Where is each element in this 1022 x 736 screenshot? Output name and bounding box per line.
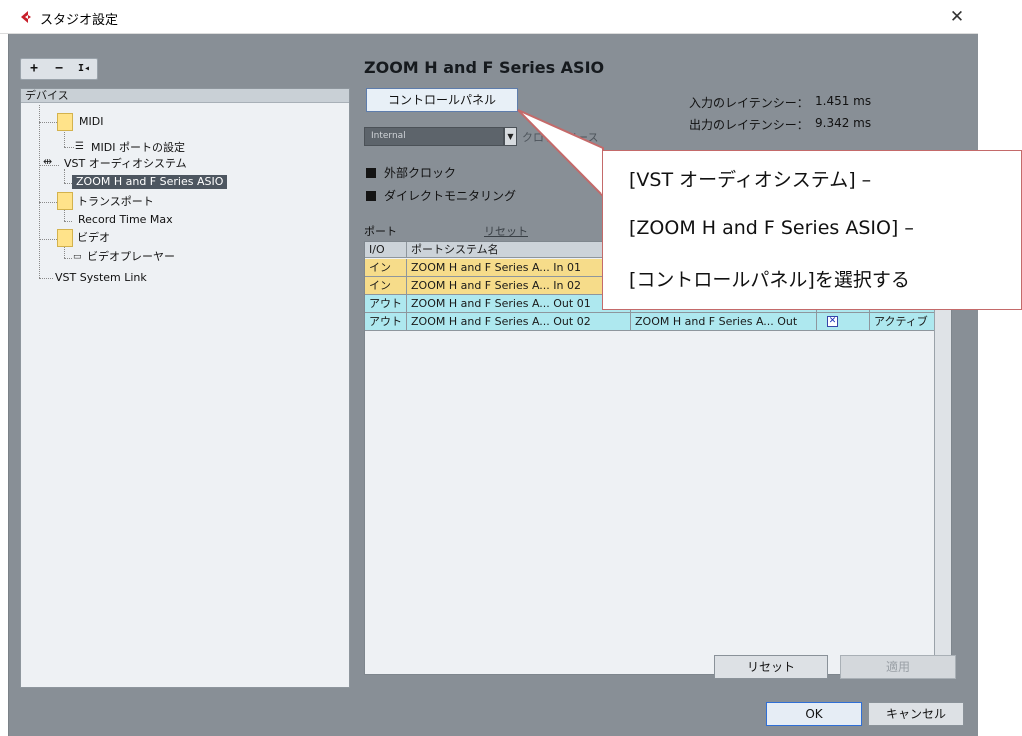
tree-item-record-time-max[interactable]: Record Time Max: [78, 213, 173, 227]
ok-button[interactable]: OK: [766, 702, 862, 726]
reset-button[interactable]: リセット: [714, 655, 828, 679]
port-io: アウト: [365, 295, 407, 313]
tree-item-transport[interactable]: トランスポート: [77, 195, 154, 209]
direct-monitoring-checkbox[interactable]: ダイレクトモニタリング: [366, 187, 516, 204]
add-device-button[interactable]: +: [23, 60, 45, 78]
column-header-io[interactable]: I/O: [365, 242, 407, 258]
checkbox-checked-icon[interactable]: ✕: [827, 316, 838, 327]
output-latency: 出力のレイテンシー： 9.342 ms: [689, 116, 871, 133]
tree-connector: [64, 169, 65, 183]
folder-icon: [57, 229, 73, 247]
video-player-icon: ▭: [73, 252, 82, 262]
port-visible-cell: ✕: [817, 313, 870, 331]
port-io: イン: [365, 277, 407, 295]
midi-port-icon: ☰: [75, 141, 84, 152]
callout-line-2: [ZOOM H and F Series ASIO] –: [629, 217, 914, 239]
output-latency-label: 出力のレイテンシー：: [689, 118, 809, 132]
cubase-logo-icon: [21, 11, 31, 23]
device-tree-toolbar: + − I◂: [20, 58, 98, 80]
folder-icon: [57, 113, 73, 131]
clock-source-label: クロックソース: [522, 131, 599, 144]
input-latency: 入力のレイテンシー： 1.451 ms: [689, 94, 871, 111]
tree-connector: [64, 258, 72, 259]
folder-icon: [57, 192, 73, 210]
checkbox-icon: [366, 168, 376, 178]
output-latency-value: 9.342 ms: [815, 116, 872, 130]
reset-ports-link[interactable]: リセット: [484, 223, 528, 239]
port-system-name: ZOOM H and F Series A... In 01: [407, 259, 631, 277]
remove-device-button[interactable]: −: [48, 60, 70, 78]
port-show-as: ZOOM H and F Series A... Out: [631, 313, 817, 331]
port-system-name: ZOOM H and F Series A... Out 02: [407, 313, 631, 331]
tree-item-zoom-asio[interactable]: ZOOM H and F Series ASIO: [72, 175, 228, 189]
window-title: スタジオ設定: [40, 13, 119, 28]
external-clock-checkbox[interactable]: 外部クロック: [366, 164, 456, 181]
port-state: アクティブ: [870, 313, 935, 331]
tree-item-vst-audio-system[interactable]: VST オーディオシステム: [64, 157, 187, 171]
input-latency-value: 1.451 ms: [815, 94, 872, 108]
apply-button[interactable]: 適用: [840, 655, 956, 679]
ports-label: ポート: [364, 225, 397, 238]
tree-connector: [64, 147, 74, 148]
port-system-name: ZOOM H and F Series A... In 02: [407, 277, 631, 295]
callout-line-3: [コントロールパネル]を選択する: [629, 269, 910, 291]
callout-line-1: [VST オーディオシステム] –: [629, 169, 872, 191]
tree-item-vst-system-link[interactable]: VST System Link: [55, 271, 147, 285]
close-button[interactable]: ✕: [944, 6, 970, 28]
cancel-button[interactable]: キャンセル: [868, 702, 964, 726]
input-latency-label: 入力のレイテンシー：: [689, 96, 809, 110]
tree-connector: [39, 122, 57, 123]
tree-connector: [64, 246, 65, 258]
vst-audio-icon: ⇹: [43, 155, 53, 168]
clock-source-select[interactable]: Internal: [364, 127, 504, 146]
device-tree: デバイス MIDI ☰ MIDI ポートの設定 ⇹ VST オーディオシステム …: [20, 88, 350, 688]
tree-connector: [39, 202, 57, 203]
tree-item-midi[interactable]: MIDI: [79, 115, 103, 129]
tree-item-video[interactable]: ビデオ: [77, 231, 110, 245]
column-header-port-system-name[interactable]: ポートシステム名: [407, 242, 631, 258]
tree-connector: [39, 278, 53, 279]
checkbox-icon: [366, 191, 376, 201]
device-tree-header: デバイス: [21, 89, 349, 103]
instruction-callout: [VST オーディオシステム] – [ZOOM H and F Series A…: [602, 150, 1022, 310]
page-title: ZOOM H and F Series ASIO: [364, 58, 605, 77]
port-io: イン: [365, 259, 407, 277]
title-bar: スタジオ設定 ✕: [0, 0, 978, 34]
tree-connector: [64, 129, 65, 147]
port-system-name: ZOOM H and F Series A... Out 01: [407, 295, 631, 313]
port-io: アウト: [365, 313, 407, 331]
tree-connector: [64, 209, 65, 221]
tree-connector: [64, 221, 72, 222]
chevron-down-icon[interactable]: ▼: [504, 127, 517, 146]
tree-connector: [64, 183, 72, 184]
tree-item-midi-port-setup[interactable]: MIDI ポートの設定: [91, 141, 185, 155]
tree-item-video-player[interactable]: ビデオプレーヤー: [87, 250, 175, 264]
table-row[interactable]: アウト ZOOM H and F Series A... Out 02 ZOOM…: [365, 313, 935, 331]
reset-device-button[interactable]: I◂: [73, 60, 95, 78]
tree-connector: [39, 105, 40, 278]
tree-connector: [39, 239, 57, 240]
control-panel-button[interactable]: コントロールパネル: [366, 88, 518, 112]
